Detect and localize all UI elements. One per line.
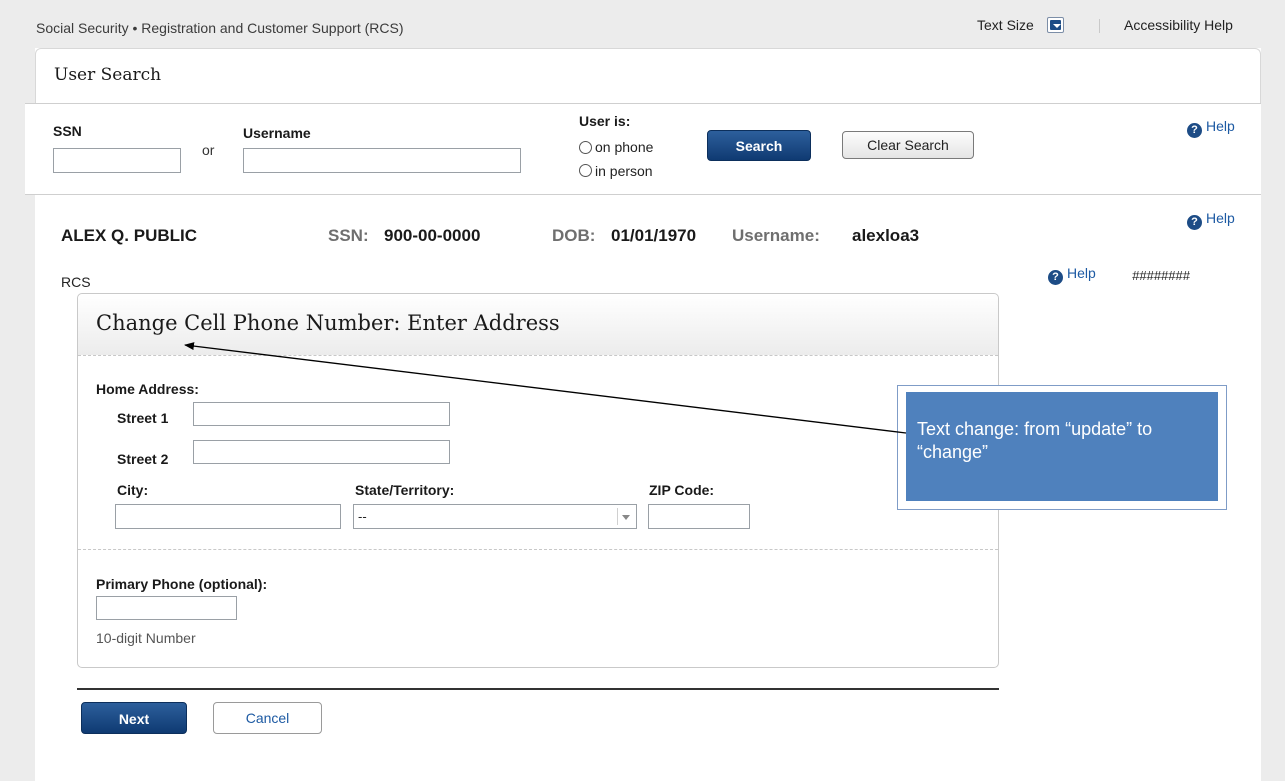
rcs-label: RCS bbox=[61, 274, 91, 290]
user-search-header: User Search bbox=[35, 48, 1261, 104]
city-input[interactable] bbox=[115, 504, 341, 529]
user-name: ALEX Q. PUBLIC bbox=[61, 226, 198, 245]
select-divider bbox=[617, 508, 618, 525]
text-size-dropdown-button[interactable] bbox=[1047, 17, 1064, 33]
accessibility-help-link[interactable]: Accessibility Help bbox=[1124, 17, 1233, 33]
user-username-label: Username: bbox=[732, 226, 820, 245]
in-person-radio[interactable] bbox=[579, 164, 592, 177]
form-header: Change Cell Phone Number: Enter Address bbox=[78, 294, 998, 356]
zip-input[interactable] bbox=[648, 504, 750, 529]
actions-divider bbox=[77, 688, 999, 690]
help-icon: ? bbox=[1187, 215, 1202, 230]
user-ssn-value: 900-00-0000 bbox=[384, 226, 481, 245]
state-label: State/Territory: bbox=[355, 482, 455, 498]
help-icon: ? bbox=[1048, 270, 1063, 285]
user-is-label: User is: bbox=[579, 113, 631, 129]
user-help-link[interactable]: ? Help bbox=[1187, 210, 1235, 230]
top-bar: Social Security • Registration and Custo… bbox=[0, 0, 1285, 48]
chevron-down-icon bbox=[622, 515, 630, 520]
text-size-label: Text Size bbox=[977, 17, 1034, 33]
or-label: or bbox=[202, 142, 215, 158]
clear-search-button[interactable]: Clear Search bbox=[842, 131, 974, 159]
ssn-input[interactable] bbox=[53, 148, 181, 173]
right-gutter bbox=[1261, 48, 1285, 781]
state-select-value: -- bbox=[358, 509, 367, 524]
annotation-callout: Text change: from “update” to “change” bbox=[897, 385, 1227, 510]
cancel-button[interactable]: Cancel bbox=[213, 702, 322, 734]
on-phone-radio[interactable] bbox=[579, 141, 592, 154]
state-select[interactable]: -- bbox=[353, 504, 637, 529]
site-title: Social Security • Registration and Custo… bbox=[36, 20, 404, 36]
help-label: Help bbox=[1206, 118, 1235, 134]
section-divider bbox=[78, 549, 998, 550]
page-title: User Search bbox=[54, 65, 162, 85]
ssn-label: SSN bbox=[53, 123, 82, 139]
search-help-link[interactable]: ? Help bbox=[1187, 118, 1235, 138]
annotation-box: Text change: from “update” to “change” bbox=[906, 392, 1218, 501]
chevron-down-icon bbox=[1053, 24, 1061, 28]
help-label: Help bbox=[1206, 210, 1235, 226]
street1-input[interactable] bbox=[193, 402, 450, 426]
user-dob-label: DOB: bbox=[552, 226, 596, 245]
form-title: Change Cell Phone Number: Enter Address bbox=[96, 311, 560, 335]
primary-phone-input[interactable] bbox=[96, 596, 237, 620]
in-person-label[interactable]: in person bbox=[595, 163, 653, 179]
on-phone-label[interactable]: on phone bbox=[595, 139, 653, 155]
username-label: Username bbox=[243, 125, 311, 141]
phone-hint: 10-digit Number bbox=[96, 630, 196, 646]
home-address-heading: Home Address: bbox=[96, 381, 199, 397]
annotation-text: Text change: from “update” to “change” bbox=[917, 419, 1153, 462]
user-ssn-label: SSN: bbox=[328, 226, 369, 245]
help-icon: ? bbox=[1187, 123, 1202, 138]
street2-input[interactable] bbox=[193, 440, 450, 464]
street1-label: Street 1 bbox=[117, 410, 169, 426]
username-input[interactable] bbox=[243, 148, 521, 173]
street2-label: Street 2 bbox=[117, 451, 169, 467]
divider bbox=[1099, 19, 1100, 33]
rcs-help-link[interactable]: ? Help bbox=[1048, 265, 1096, 285]
search-button[interactable]: Search bbox=[707, 130, 811, 161]
user-dob-value: 01/01/1970 bbox=[611, 226, 697, 245]
zip-label: ZIP Code: bbox=[649, 482, 715, 498]
next-button[interactable]: Next bbox=[81, 702, 187, 734]
page-code: ######## bbox=[1132, 268, 1190, 283]
help-label: Help bbox=[1067, 265, 1096, 281]
primary-phone-label: Primary Phone (optional): bbox=[96, 576, 268, 592]
city-label: City: bbox=[117, 482, 149, 498]
user-username-value: alexloa3 bbox=[852, 226, 920, 245]
